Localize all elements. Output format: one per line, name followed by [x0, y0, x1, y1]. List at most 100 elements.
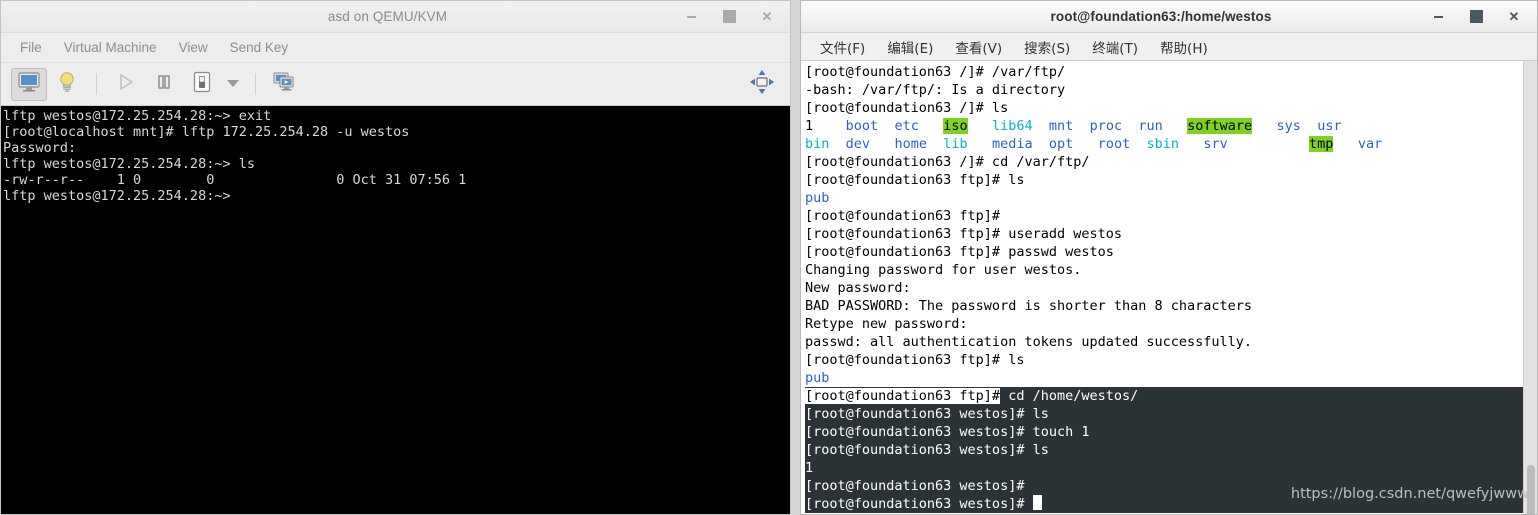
power-switch-icon [192, 71, 212, 98]
terminal-text-segment: mnt [1048, 118, 1074, 134]
terminal-line: Retype new password: [805, 315, 1523, 333]
menu-send-key[interactable]: Send Key [221, 37, 298, 58]
resize-arrows-icon [749, 69, 775, 100]
fullscreen-button[interactable] [744, 68, 780, 101]
terminal-line: pub [805, 189, 1523, 207]
gnome-terminal-window: root@foundation63:/home/westos ✕ 文件(F) 编… [800, 0, 1538, 515]
terminal-line: [root@foundation63 westos]# touch 1 [805, 423, 1523, 441]
terminal-text-segment: etc [894, 118, 919, 134]
menu-view-cn[interactable]: 查看(V) [944, 35, 1013, 59]
terminal-text-segment: BAD PASSWORD: The password is shorter th… [805, 298, 1253, 314]
vm-window-title: asd on QEMU/KVM [327, 9, 448, 24]
terminal-line: passwd: all authentication tokens update… [805, 333, 1523, 351]
vm-maximize-button[interactable] [722, 10, 736, 24]
terminal-scrollbar-thumb[interactable] [1527, 465, 1535, 514]
terminal-text-segment: srv [1203, 136, 1228, 152]
terminal-minimize-button[interactable] [1431, 10, 1445, 24]
terminal-cursor [1032, 495, 1042, 510]
terminal-text-segment: [root@foundation63 /]# ls [805, 100, 1009, 116]
terminal-text-segment: sbin [1146, 136, 1179, 152]
terminal-scrollbar[interactable] [1523, 61, 1537, 514]
run-button[interactable] [108, 68, 144, 101]
terminal-line: [root@foundation63 westos]# [805, 495, 1523, 513]
terminal-line: [root@foundation63 ftp]# passwd westos [805, 243, 1523, 261]
vm-console-line: lftp westos@172.25.254.28:~> [3, 188, 231, 204]
menu-file[interactable]: File [11, 37, 51, 58]
terminal-text-segment: 1 [805, 118, 814, 134]
virt-manager-window: asd on QEMU/KVM ✕ File Virtual Machine V… [0, 0, 791, 515]
terminal-titlebar: root@foundation63:/home/westos ✕ [801, 1, 1537, 33]
terminal-maximize-button[interactable] [1469, 10, 1483, 24]
terminal-text-segment: [root@foundation63 /]# /var/ftp/ [805, 64, 1066, 80]
menu-edit-cn[interactable]: 编辑(E) [876, 35, 944, 59]
terminal-line: 1 boot etc iso lib64 mnt proc run softwa… [805, 117, 1523, 135]
terminal-text-segment: Retype new password: [805, 316, 968, 332]
terminal-text-segment: var [1357, 136, 1383, 152]
terminal-text-segment: tmp [1309, 136, 1334, 152]
toolbar-separator-1 [96, 73, 97, 95]
vm-toolbar [1, 63, 790, 106]
terminal-line: [root@foundation63 ftp]# useradd westos [805, 225, 1523, 243]
vm-console-line: Password: [3, 140, 77, 156]
menu-help-cn[interactable]: 帮助(H) [1149, 35, 1219, 59]
terminal-screen[interactable]: [root@foundation63 /]# /var/ftp/ -bash: /… [801, 61, 1523, 514]
vm-minimize-button[interactable] [684, 10, 698, 24]
terminal-text-segment: [root@foundation63 ftp]# useradd westos [805, 226, 1122, 242]
terminal-text-segment: [root@foundation63 ftp]# passwd westos [805, 244, 1114, 260]
terminal-line: pub [805, 369, 1523, 387]
details-view-button[interactable] [49, 68, 85, 101]
play-icon [117, 73, 135, 96]
terminal-text-segment: boot [845, 118, 879, 134]
snapshots-icon [273, 71, 297, 97]
terminal-text-segment: opt [1048, 136, 1074, 152]
vm-window-controls: ✕ [684, 10, 790, 24]
shutdown-button[interactable] [184, 68, 220, 101]
vm-console-line: lftp westos@172.25.254.28:~> exit [3, 108, 272, 124]
menu-virtual-machine[interactable]: Virtual Machine [55, 37, 166, 58]
terminal-window-title: root@foundation63:/home/westos [1050, 9, 1272, 24]
terminal-text-segment: [root@foundation63 westos]# [805, 496, 1033, 512]
menu-search-cn[interactable]: 搜索(S) [1013, 35, 1081, 59]
menu-file-cn[interactable]: 文件(F) [809, 35, 876, 59]
terminal-close-button[interactable]: ✕ [1507, 10, 1521, 24]
terminal-text-segment: sys [1276, 118, 1301, 134]
terminal-text-segment: [root@foundation63 westos]# ls [805, 406, 1049, 422]
console-view-button[interactable] [11, 67, 47, 101]
terminal-line: New password: [805, 279, 1523, 297]
terminal-line: [root@foundation63 ftp]# ls [805, 171, 1523, 189]
terminal-text-segment: [root@foundation63 ftp]# [805, 208, 1001, 224]
monitor-icon [18, 71, 40, 97]
pause-button[interactable] [146, 68, 182, 101]
terminal-line: [root@foundation63 /]# /var/ftp/ [805, 63, 1523, 81]
terminal-text-segment: [root@foundation63 westos]# ls [805, 442, 1049, 458]
vm-console-screen[interactable]: lftp westos@172.25.254.28:~> exit [root@l… [1, 106, 790, 514]
shutdown-menu-button[interactable] [222, 68, 244, 101]
terminal-line: [root@foundation63 westos]# ls [805, 405, 1523, 423]
terminal-line: 1 [805, 459, 1523, 477]
vm-close-button[interactable]: ✕ [760, 10, 774, 24]
terminal-text-segment: home [894, 136, 927, 152]
terminal-text-segment: [root@foundation63 westos]# touch 1 [805, 424, 1090, 440]
snapshots-button[interactable] [267, 68, 303, 101]
terminal-text-segment: passwd: all authentication tokens update… [805, 334, 1253, 350]
pause-icon [155, 73, 173, 96]
menu-terminal-cn[interactable]: 终端(T) [1081, 35, 1149, 59]
chevron-down-icon [226, 75, 240, 93]
menu-view[interactable]: View [170, 37, 217, 58]
terminal-window-controls: ✕ [1431, 10, 1537, 24]
terminal-line: [root@foundation63 westos]# [805, 477, 1523, 495]
terminal-text-segment: lib [943, 136, 968, 152]
terminal-text-segment: Changing password for user westos. [805, 262, 1082, 278]
